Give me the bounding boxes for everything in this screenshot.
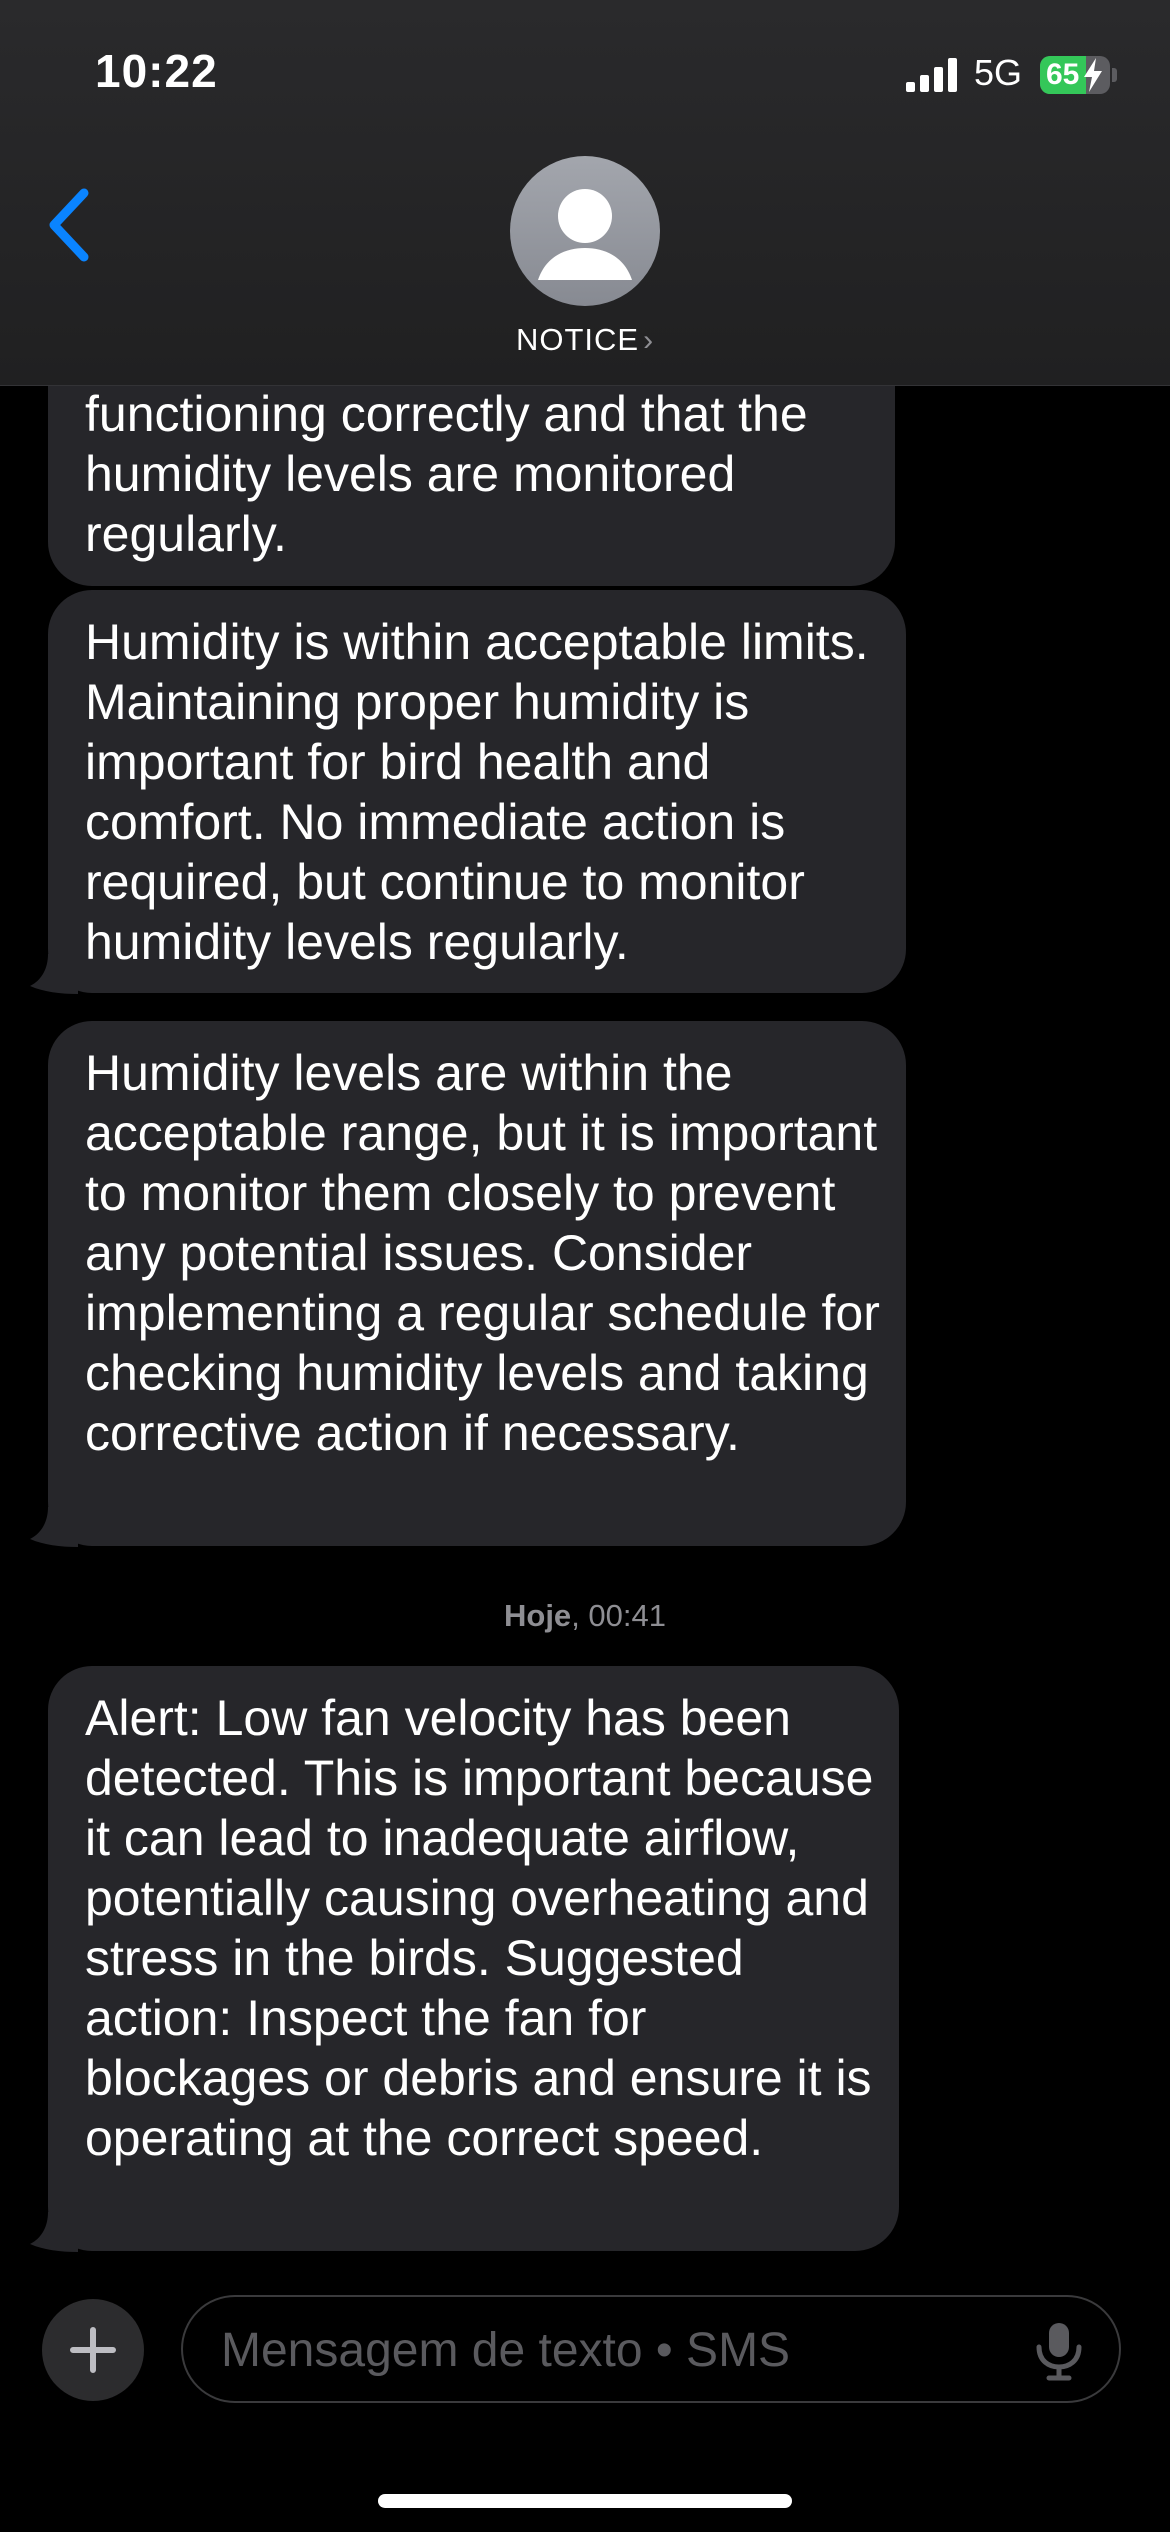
- timestamp-time: , 00:41: [571, 1598, 666, 1633]
- timestamp-day: Hoje: [504, 1598, 572, 1633]
- message-bubble[interactable]: Humidity is within acceptable limits. Ma…: [48, 590, 906, 993]
- bubble-tail: [30, 954, 78, 994]
- message-text: Humidity levels are within the acceptabl…: [85, 1045, 880, 1461]
- plus-icon: [70, 2327, 116, 2373]
- network-type: 5G: [974, 52, 1023, 93]
- person-silhouette-icon: [538, 189, 632, 280]
- cellular-signal-icon: [906, 58, 957, 92]
- message-bubble[interactable]: Alert: Low fan velocity has been detecte…: [48, 1666, 899, 2251]
- microphone-icon[interactable]: [1031, 2321, 1087, 2381]
- bubble-tail: [30, 1507, 78, 1547]
- messages-screen: functioning correctly and that the humid…: [0, 0, 1170, 2532]
- add-attachment-button[interactable]: [42, 2299, 144, 2401]
- home-indicator[interactable]: [378, 2494, 792, 2508]
- conversation-header: 10:22 5G 65 NOTICE ›: [0, 0, 1170, 386]
- status-time: 10:22: [95, 45, 218, 97]
- message-input[interactable]: [219, 2317, 1003, 2383]
- contact-name: NOTICE: [515, 322, 640, 357]
- message-composer[interactable]: [181, 2295, 1121, 2403]
- chevron-left-icon[interactable]: [40, 185, 100, 265]
- chevron-right-icon: ›: [643, 324, 655, 357]
- bubble-tail: [30, 2212, 78, 2252]
- message-text: Humidity is within acceptable limits. Ma…: [85, 614, 869, 970]
- message-timestamp: Hoje, 00:41: [0, 1598, 1170, 1634]
- battery-nub: [1112, 68, 1117, 82]
- message-text: Alert: Low fan velocity has been detecte…: [85, 1690, 874, 2166]
- contact-name-button[interactable]: NOTICE ›: [0, 322, 1170, 358]
- charging-bolt-icon: [1084, 58, 1102, 92]
- message-bubble[interactable]: Humidity levels are within the acceptabl…: [48, 1021, 906, 1546]
- contact-avatar[interactable]: [510, 156, 660, 306]
- battery-level: 65: [1046, 58, 1080, 91]
- message-text: functioning correctly and that the humid…: [85, 386, 808, 562]
